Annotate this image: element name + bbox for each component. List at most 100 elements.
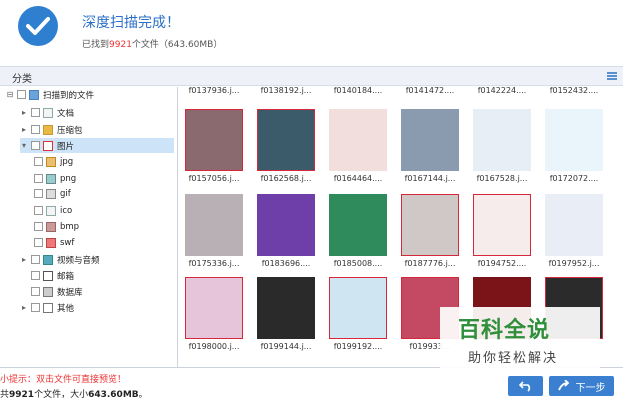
- thumbnail-image: [257, 277, 315, 339]
- thumbnail-image: [473, 109, 531, 171]
- file-thumbnail[interactable]: f0167528.j...: [471, 109, 533, 191]
- file-thumbnail[interactable]: f0185008....: [327, 194, 389, 276]
- tree-item-label: bmp: [60, 221, 80, 232]
- menu-icon[interactable]: [607, 72, 617, 80]
- tree-checkbox[interactable]: [34, 157, 43, 166]
- tree-item-label: swf: [60, 237, 75, 248]
- category-tree: ⊟ 扫描到的文件 ▸ 文档 ▸ 压缩包 ▾ 图片 jpg png gif ico bmp swf ▸ 视频与音…: [0, 87, 178, 367]
- tab-category[interactable]: 分类: [12, 70, 32, 85]
- tree-item[interactable]: bmp: [34, 219, 79, 234]
- file-thumbnail[interactable]: f0152432....: [543, 87, 605, 103]
- thumbnail-image: [329, 194, 387, 256]
- tree-expander-icon[interactable]: ▸: [20, 108, 28, 117]
- thumbnail-image: [401, 109, 459, 171]
- tree-item-label: gif: [60, 188, 71, 199]
- file-thumbnail[interactable]: f0194752....: [471, 194, 533, 276]
- file-thumbnail[interactable]: f0175336.j...: [183, 194, 245, 276]
- file-name: f0199144.j...: [260, 342, 312, 351]
- tree-item[interactable]: ico: [34, 203, 72, 218]
- file-thumbnail[interactable]: f0141472....: [399, 87, 461, 103]
- watermark-title: 百科全说: [458, 318, 551, 343]
- tree-checkbox[interactable]: [34, 222, 43, 231]
- other-icon: [43, 302, 53, 313]
- file-name: f0140184....: [333, 87, 383, 95]
- file-thumbnail[interactable]: f0140184....: [327, 87, 389, 103]
- back-button[interactable]: [508, 376, 543, 396]
- thumbnail-image: [257, 109, 315, 171]
- tree-checkbox[interactable]: [34, 238, 43, 247]
- tree-item[interactable]: jpg: [34, 154, 73, 169]
- tree-item[interactable]: ▸ 其他: [20, 300, 74, 315]
- file-name: f0167528.j...: [476, 174, 528, 183]
- tree-checkbox[interactable]: [31, 108, 40, 117]
- bmp-icon: [46, 221, 56, 232]
- category-tabbar: 分类: [0, 66, 623, 86]
- tree-expander-icon[interactable]: ▸: [20, 303, 28, 312]
- page-title: 深度扫描完成！: [82, 15, 180, 31]
- file-thumbnail[interactable]: f0164464....: [327, 109, 389, 191]
- mail-icon: [43, 270, 53, 281]
- file-name: f0172072....: [549, 174, 599, 183]
- file-thumbnail[interactable]: f0197952.j...: [543, 194, 605, 276]
- found-count: 9921: [109, 40, 132, 50]
- thumbnail-image: [545, 194, 603, 256]
- tree-expander-icon[interactable]: ▸: [20, 255, 28, 264]
- file-thumbnail[interactable]: f0198000.j...: [183, 277, 245, 359]
- tree-checkbox[interactable]: [34, 189, 43, 198]
- tree-item[interactable]: ▾ 图片: [20, 138, 174, 153]
- tree-item[interactable]: png: [34, 171, 76, 186]
- tree-item[interactable]: swf: [34, 235, 74, 250]
- tree-checkbox[interactable]: [31, 255, 40, 264]
- file-name: f0162568.j...: [260, 174, 312, 183]
- png-icon: [46, 173, 56, 184]
- thumbnail-image: [257, 194, 315, 256]
- tree-checkbox[interactable]: [31, 303, 40, 312]
- file-thumbnail[interactable]: f0199192....: [327, 277, 389, 359]
- folder-icon: [29, 89, 39, 100]
- tree-expander-icon[interactable]: ⊟: [6, 90, 14, 99]
- tree-item[interactable]: ▸ 视频与音频: [20, 252, 100, 267]
- file-thumbnail[interactable]: f0157056.j...: [183, 109, 245, 191]
- tree-item-label: ico: [60, 205, 73, 216]
- file-thumbnail[interactable]: f0162568.j...: [255, 109, 317, 191]
- file-thumbnail[interactable]: f0137936.j...: [183, 87, 245, 103]
- tree-expander-icon[interactable]: ▾: [20, 141, 28, 150]
- tree-checkbox[interactable]: [31, 125, 40, 134]
- tree-checkbox[interactable]: [34, 174, 43, 183]
- file-name: f0167144.j...: [404, 174, 456, 183]
- tree-item[interactable]: 数据库: [20, 284, 83, 299]
- file-thumbnail[interactable]: f0183696....: [255, 194, 317, 276]
- tree-checkbox[interactable]: [34, 206, 43, 215]
- tree-item[interactable]: 邮箱: [20, 268, 74, 283]
- tree-checkbox[interactable]: [31, 271, 40, 280]
- file-name: f0138192.j...: [260, 87, 312, 95]
- file-thumbnail[interactable]: f0187776.j...: [399, 194, 461, 276]
- tree-checkbox[interactable]: [31, 287, 40, 296]
- thumbnail-image: [329, 277, 387, 339]
- tree-item[interactable]: ▸ 文档: [20, 105, 74, 120]
- file-name: f0185008....: [333, 259, 383, 268]
- scan-header: 深度扫描完成！ 已找到9921个文件（643.60MB）: [0, 0, 623, 64]
- file-summary: 共9921个文件，大小643.60MB。: [0, 390, 148, 400]
- thumbnail-image: [545, 109, 603, 171]
- tree-checkbox[interactable]: [31, 141, 40, 150]
- file-name: f0199192....: [333, 342, 383, 351]
- file-thumbnail[interactable]: f0172072....: [543, 109, 605, 191]
- next-button[interactable]: 下一步: [549, 376, 614, 396]
- tree-item-label: jpg: [60, 156, 74, 167]
- file-thumbnail[interactable]: f0138192.j...: [255, 87, 317, 103]
- tree-item[interactable]: ▸ 压缩包: [20, 122, 83, 137]
- file-thumbnail[interactable]: f0167144.j...: [399, 109, 461, 191]
- tree-item[interactable]: ⊟ 扫描到的文件: [6, 87, 94, 102]
- file-name: f0175336.j...: [188, 259, 240, 268]
- tree-item-label: 扫描到的文件: [43, 90, 95, 101]
- tree-checkbox[interactable]: [17, 90, 26, 99]
- gif-icon: [46, 188, 56, 199]
- file-name: f0198000.j...: [188, 342, 240, 351]
- file-thumbnail[interactable]: f0199144.j...: [255, 277, 317, 359]
- tree-item[interactable]: gif: [34, 186, 71, 201]
- file-thumbnail[interactable]: f0142224....: [471, 87, 533, 103]
- tree-item-label: 视频与音频: [57, 255, 100, 266]
- file-name: f0187776.j...: [404, 259, 456, 268]
- tree-expander-icon[interactable]: ▸: [20, 125, 28, 134]
